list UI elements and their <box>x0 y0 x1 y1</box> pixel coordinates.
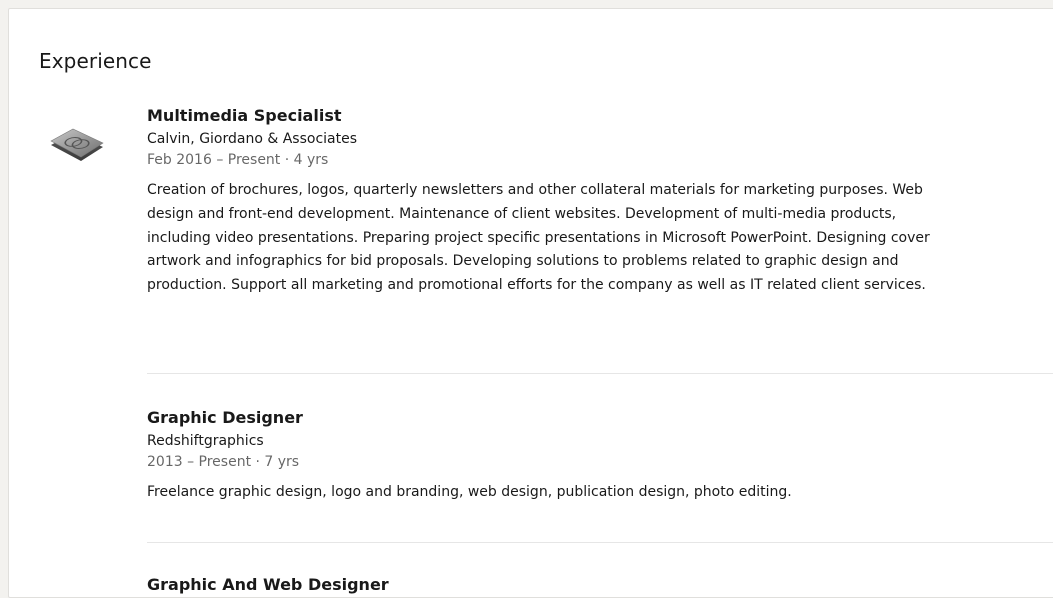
job-title[interactable]: Multimedia Specialist <box>147 104 1053 128</box>
company-logo-icon[interactable] <box>47 117 107 173</box>
experience-item: Graphic And Web Designer <box>147 573 1053 597</box>
company-name: Redshiftgraphics <box>147 433 264 449</box>
date-range: 2013 – Present · 7 yrs <box>147 454 300 470</box>
job-title[interactable]: Graphic And Web Designer <box>147 573 1053 597</box>
divider <box>147 542 1053 543</box>
experience-item: Graphic Designer Redshiftgraphics 2013 –… <box>147 406 1053 505</box>
divider <box>147 373 1053 374</box>
experience-card: Experience Multimedia Specialist Calvin,… <box>8 8 1053 598</box>
job-description: Freelance graphic design, logo and brand… <box>147 484 792 500</box>
date-range: Feb 2016 – Present · 4 yrs <box>147 152 329 168</box>
section-title: Experience <box>39 49 152 73</box>
experience-item: Multimedia Specialist Calvin, Giordano &… <box>147 104 1053 298</box>
job-description: Creation of brochures, logos, quarterly … <box>147 182 930 294</box>
company-name: Calvin, Giordano & Associates <box>147 131 358 147</box>
job-title[interactable]: Graphic Designer <box>147 406 1053 430</box>
